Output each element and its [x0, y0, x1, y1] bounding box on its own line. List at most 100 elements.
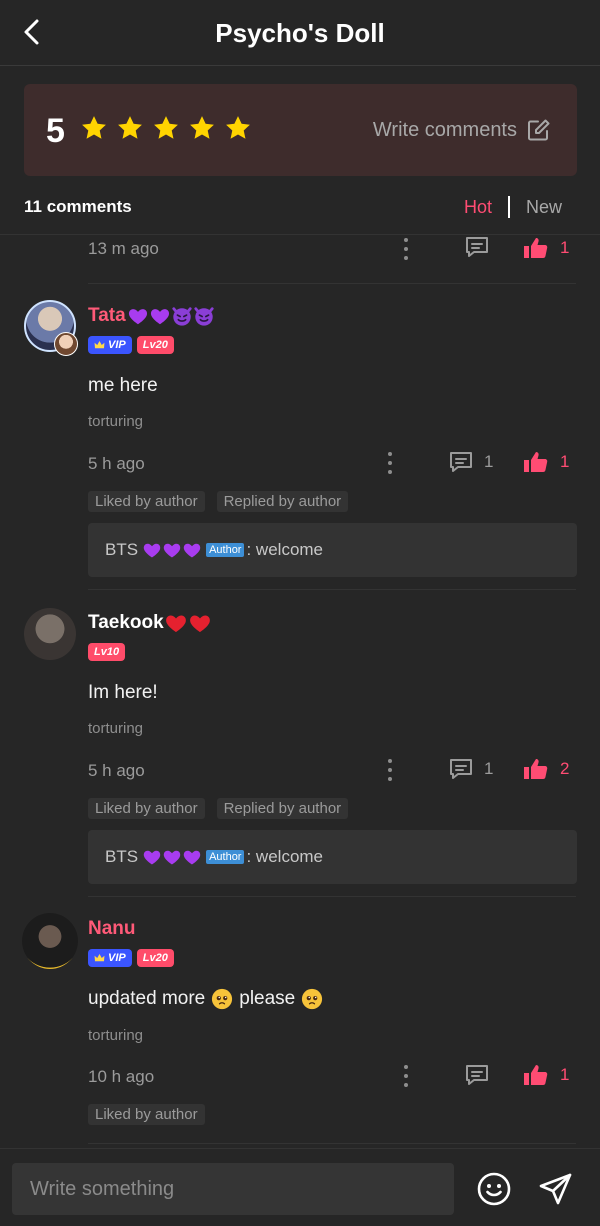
send-icon[interactable]	[538, 1171, 574, 1207]
purple-heart-icon	[142, 540, 162, 560]
avatar[interactable]	[22, 913, 78, 969]
author-badge: Author	[206, 543, 245, 557]
comment-tags: Liked by author	[88, 1104, 205, 1125]
comment-text-part: please	[239, 988, 296, 1009]
avatar[interactable]	[24, 608, 76, 660]
more-options-icon[interactable]	[387, 452, 393, 474]
thumbs-up-icon	[522, 450, 548, 474]
comment-icon	[448, 450, 474, 474]
like-button[interactable]: 1	[522, 450, 569, 474]
comment-divider	[88, 589, 576, 590]
like-button[interactable]: 2	[522, 757, 569, 781]
user-badges: VIP Lv20	[88, 949, 174, 967]
comment-input[interactable]	[12, 1163, 454, 1215]
reply-button[interactable]: 1	[448, 450, 493, 474]
purple-heart-icon	[162, 847, 182, 867]
purple-heart-icon	[149, 305, 171, 327]
like-button[interactable]: 1	[522, 1063, 569, 1087]
comment-tags: Liked by author Replied by author	[88, 798, 349, 819]
author-reply[interactable]: BTS Author : welcome	[88, 523, 577, 577]
tab-hot[interactable]: Hot	[464, 197, 492, 218]
vip-badge: VIP	[88, 949, 132, 967]
reply-author-name: BTS	[105, 847, 139, 866]
crown-icon	[94, 954, 105, 963]
replied-by-author-tag: Replied by author	[216, 491, 349, 512]
comment-time: 13 m ago	[88, 239, 159, 258]
like-button[interactable]: 1	[522, 236, 569, 260]
purple-heart-icon	[182, 540, 202, 560]
replied-by-author-tag: Replied by author	[216, 798, 349, 819]
tab-new[interactable]: New	[526, 197, 562, 218]
more-options-icon[interactable]	[403, 238, 409, 260]
more-options-icon[interactable]	[403, 1065, 409, 1087]
comment-chapter: torturing	[88, 1027, 144, 1044]
user-badges: VIP Lv20	[88, 336, 174, 354]
crown-icon	[94, 341, 105, 350]
rating-stars	[80, 114, 252, 142]
reply-text: : welcome	[246, 540, 324, 559]
comment-text: me here	[88, 375, 158, 396]
devil-icon	[171, 305, 193, 327]
star-icon	[224, 114, 252, 142]
star-icon	[152, 114, 180, 142]
author-badge: Author	[206, 850, 245, 864]
comment-author-name[interactable]: Nanu	[88, 918, 136, 940]
comment-author-name: Tata	[88, 305, 126, 326]
red-heart-icon	[188, 611, 212, 635]
comment-author[interactable]: Tata	[88, 305, 215, 327]
comment-chapter: torturing	[88, 720, 144, 737]
comment-text: Im here!	[88, 682, 158, 703]
comment-input-bar	[0, 1148, 600, 1226]
pleading-face-icon	[301, 988, 323, 1010]
purple-heart-icon	[182, 847, 202, 867]
thumbs-up-icon	[522, 236, 548, 260]
comment-time: 5 h ago	[88, 761, 145, 780]
vip-badge-label: VIP	[108, 339, 126, 351]
star-icon	[80, 114, 108, 142]
reply-count: 1	[484, 452, 494, 471]
pleading-face-icon	[211, 988, 233, 1010]
comment-divider	[88, 896, 576, 897]
reply-button[interactable]	[464, 1063, 490, 1087]
red-heart-icon	[164, 611, 188, 635]
like-count: 1	[560, 1065, 570, 1084]
write-comments-label: Write comments	[372, 118, 517, 141]
comment-time: 10 h ago	[88, 1067, 155, 1086]
vip-badge: VIP	[88, 336, 132, 354]
author-reply[interactable]: BTS Author : welcome	[88, 830, 577, 884]
more-options-icon[interactable]	[387, 759, 393, 781]
comment-text: updated more please	[88, 988, 323, 1010]
liked-by-author-tag: Liked by author	[88, 1104, 205, 1125]
comment-author[interactable]: Taekook	[88, 611, 212, 635]
purple-heart-icon	[127, 305, 149, 327]
star-icon	[116, 114, 144, 142]
level-badge: Lv20	[136, 336, 174, 354]
vip-badge-label: VIP	[108, 952, 126, 964]
star-icon	[188, 114, 216, 142]
like-count: 2	[560, 759, 570, 778]
comment-divider	[88, 283, 576, 284]
comment-tags: Liked by author Replied by author	[88, 491, 349, 512]
comment-author-name: Taekook	[88, 612, 164, 633]
tab-divider	[507, 196, 510, 218]
comment-chapter: torturing	[88, 413, 144, 430]
level-badge: Lv20	[136, 949, 174, 967]
comment-icon	[464, 1063, 490, 1087]
purple-heart-icon	[162, 540, 182, 560]
liked-by-author-tag: Liked by author	[88, 798, 205, 819]
comment-divider	[88, 1143, 576, 1144]
reply-count: 1	[484, 759, 494, 778]
reply-button[interactable]: 1	[448, 757, 493, 781]
write-comments-button[interactable]: Write comments	[373, 118, 551, 142]
level-badge: Lv10	[88, 643, 126, 661]
thumbs-up-icon	[522, 1063, 548, 1087]
emoji-icon[interactable]	[476, 1171, 512, 1207]
liked-by-author-tag: Liked by author	[88, 491, 205, 512]
sort-tabs: Hot New	[464, 196, 562, 218]
reply-button[interactable]	[464, 235, 490, 259]
comment-text-part: updated more	[88, 988, 206, 1009]
reply-text: : welcome	[246, 847, 324, 866]
rating-score: 5	[46, 112, 65, 150]
reply-author-name: BTS	[105, 540, 139, 559]
edit-icon	[528, 119, 550, 141]
